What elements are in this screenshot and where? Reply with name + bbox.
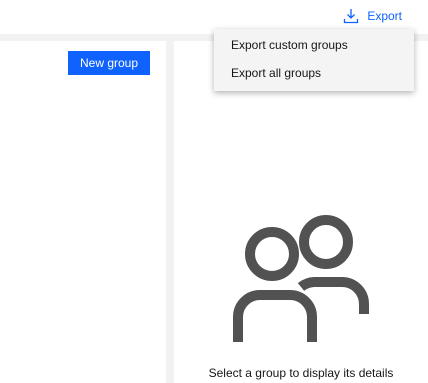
empty-state-message: Select a group to display its details (208, 366, 394, 380)
user-group-icon (228, 214, 378, 349)
new-group-button[interactable]: New group (68, 51, 150, 75)
panel-divider[interactable] (166, 41, 174, 383)
export-menu: Export custom groups Export all groups (214, 29, 414, 91)
export-button[interactable]: Export (343, 6, 402, 26)
export-label: Export (367, 9, 402, 23)
menu-item-export-custom-groups[interactable]: Export custom groups (214, 31, 414, 59)
groups-list-panel (0, 41, 166, 383)
menu-item-export-all-groups[interactable]: Export all groups (214, 59, 414, 87)
download-icon (343, 8, 359, 24)
